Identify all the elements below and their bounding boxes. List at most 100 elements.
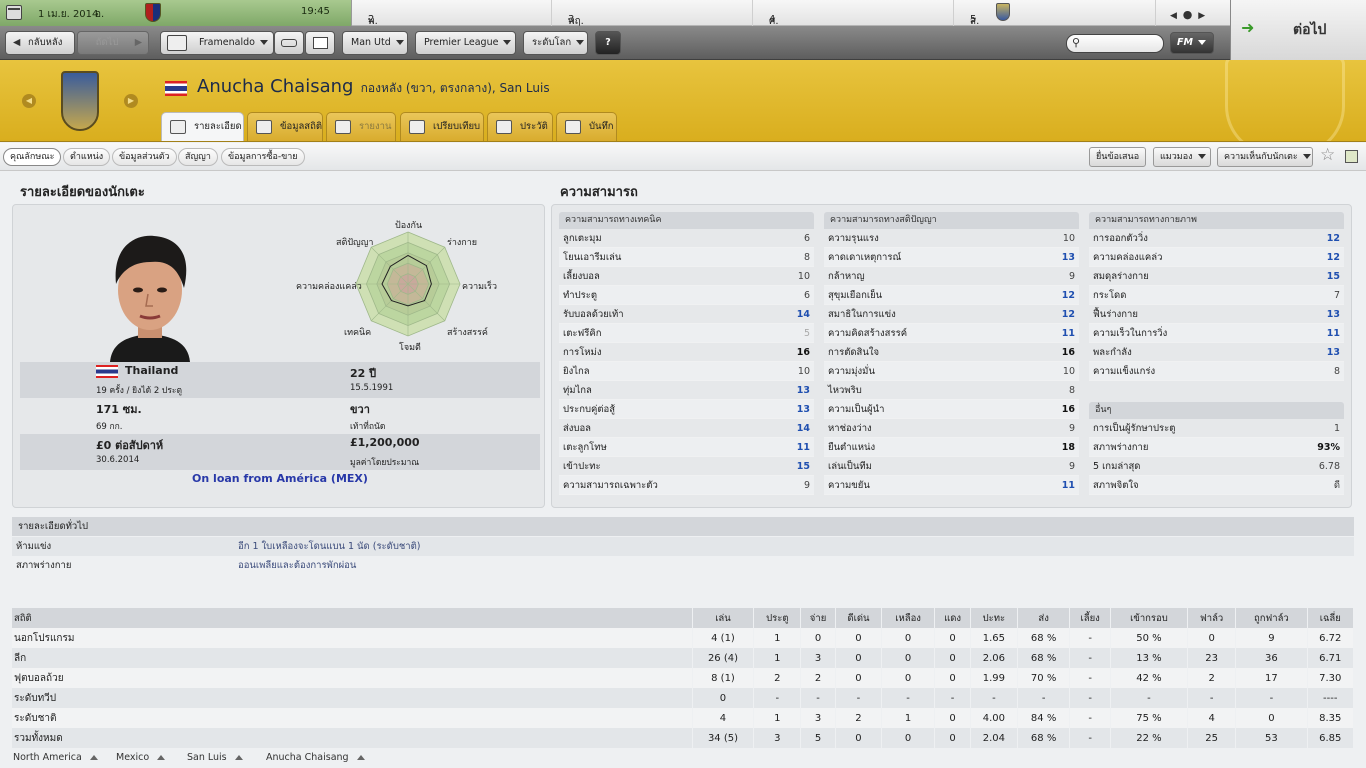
- club-menu-button[interactable]: Man Utd: [342, 31, 408, 55]
- calendar-day-3[interactable]: 3 พฤ.: [552, 0, 753, 27]
- attribute-name: พละกำลัง: [1093, 347, 1132, 358]
- subtab-transfer[interactable]: ข้อมูลการซื้อ-ขาย: [221, 148, 305, 166]
- other-attribute-row: สภาพร่างกาย 93%: [1089, 438, 1344, 457]
- player-foot: ขวา: [350, 403, 370, 416]
- stats-column-header[interactable]: เข้ากรอบ: [1110, 608, 1189, 628]
- compare-icon: [409, 120, 425, 134]
- stats-column-header[interactable]: ถูกฟาล์ว: [1235, 608, 1308, 628]
- stats-column-header[interactable]: ดีเด่น: [835, 608, 883, 628]
- report-icon: [335, 120, 351, 134]
- subtab-contract[interactable]: สัญญา: [178, 148, 218, 166]
- breadcrumb-item[interactable]: North America: [13, 752, 98, 763]
- tab-notes[interactable]: บันทึก: [556, 112, 617, 141]
- tab-report[interactable]: รายงาน: [326, 112, 396, 141]
- stats-cell: 8 (1): [692, 668, 755, 688]
- transfer-icon-button[interactable]: [274, 31, 304, 55]
- attribute-value: 13: [1326, 309, 1340, 320]
- search-input[interactable]: [1087, 37, 1157, 50]
- fm-menu-button[interactable]: FM: [1170, 32, 1214, 54]
- help-button[interactable]: ?: [595, 31, 621, 55]
- stats-column-header[interactable]: เลี้ยง: [1069, 608, 1111, 628]
- player-nationality[interactable]: Thailand: [125, 364, 178, 377]
- details-title: รายละเอียดของนักเตะ: [20, 185, 145, 200]
- prev-player-icon[interactable]: ◀: [22, 94, 36, 108]
- mental-attribute-row: ยืนตำแหน่ง 18: [824, 438, 1079, 457]
- calendar-day-5[interactable]: 5 ส.: [954, 0, 1156, 27]
- star-icon[interactable]: ☆: [1320, 145, 1335, 165]
- world-label: ระดับโลก: [532, 37, 572, 48]
- mental-header: ความสามารถทางสติปัญญา: [824, 212, 1079, 229]
- competition-label: Premier League: [424, 37, 499, 48]
- player-name: Anucha Chaisang: [197, 76, 354, 97]
- stats-column-header[interactable]: จ่าย: [800, 608, 836, 628]
- stats-column-header[interactable]: เฉลี่ย: [1307, 608, 1355, 628]
- player-photo: [98, 232, 202, 362]
- tab-statistics[interactable]: ข้อมูลสถิติ: [247, 112, 323, 141]
- breadcrumb-item[interactable]: Anucha Chaisang: [266, 752, 365, 763]
- stats-cell: 68 %: [1017, 648, 1071, 668]
- calendar-today[interactable]: 1 เม.ย. 2014 อ. 19:45: [0, 0, 352, 26]
- forward-button[interactable]: ถัดไป ▶: [77, 31, 149, 55]
- stats-cell: 5: [800, 728, 836, 748]
- add-shortlist-icon[interactable]: [1345, 150, 1358, 163]
- world-menu-button[interactable]: ระดับโลก: [523, 31, 588, 55]
- subtab-positions[interactable]: ตำแหน่ง: [63, 148, 111, 166]
- physical-attribute-row: ฟื้นร่างกาย 13: [1089, 305, 1344, 324]
- stats-column-header[interactable]: สถิติ: [12, 608, 693, 628]
- stats-column-header[interactable]: ประตู: [753, 608, 802, 628]
- stats-column-header[interactable]: ปะทะ: [970, 608, 1018, 628]
- manager-menu-button[interactable]: Framenaldo: [160, 31, 274, 55]
- chevron-up-icon: [234, 755, 243, 760]
- attribute-name: การออกตัววิ่ง: [1093, 233, 1148, 244]
- calendar-day-2[interactable]: 2 พ.: [352, 0, 552, 27]
- stats-cell: 1.65: [970, 628, 1018, 648]
- subtab-attributes[interactable]: คุณลักษณะ: [3, 148, 62, 166]
- back-button[interactable]: ◀ กลับหลัง: [5, 31, 75, 55]
- attribute-value: ดี: [1333, 480, 1340, 491]
- calendar-icon[interactable]: [6, 5, 22, 20]
- radar-label-physical: ร่างกาย: [447, 238, 478, 248]
- attribute-value: 13: [796, 404, 810, 415]
- attribute-name: เตะฟรีคิก: [563, 328, 602, 339]
- attribute-value: 16: [1061, 347, 1075, 358]
- inbox-icon-button[interactable]: [305, 31, 335, 55]
- stats-cell: -: [1017, 688, 1071, 708]
- competition-menu-button[interactable]: Premier League: [415, 31, 516, 55]
- next-arrow-icon[interactable]: ▶: [1198, 11, 1205, 21]
- breadcrumb-item[interactable]: Mexico: [116, 752, 166, 763]
- attribute-value: 15: [796, 461, 810, 472]
- search-field[interactable]: ⚲: [1066, 34, 1164, 53]
- today-dot-icon[interactable]: ●: [1183, 8, 1193, 21]
- continue-button[interactable]: ➜ ต่อไป: [1230, 0, 1366, 60]
- player-opinion-button[interactable]: ความเห็นกับนักเตะ: [1217, 147, 1313, 167]
- attribute-value: 10: [797, 366, 810, 377]
- tab-label: บันทึก: [589, 121, 614, 132]
- technical-attribute-row: ส่งบอล 14: [559, 419, 814, 438]
- stats-cell: 2: [835, 708, 883, 728]
- subtab-personal[interactable]: ข้อมูลส่วนตัว: [112, 148, 177, 166]
- stats-cell: 0: [835, 628, 883, 648]
- stats-column-header[interactable]: เล่น: [692, 608, 755, 628]
- stats-column-header[interactable]: เหลือง: [881, 608, 936, 628]
- tab-compare[interactable]: เปรียบเทียบ: [400, 112, 484, 141]
- stats-column-header[interactable]: แดง: [934, 608, 971, 628]
- breadcrumb-item[interactable]: San Luis: [187, 752, 243, 763]
- attribute-name: สมดุลร่างกาย: [1093, 271, 1149, 282]
- prev-arrow-icon[interactable]: ◀: [1170, 11, 1177, 21]
- attribute-name: สภาพร่างกาย: [1093, 442, 1149, 453]
- scout-button[interactable]: แมวมอง: [1153, 147, 1211, 167]
- mental-attribute-row: ความรุนแรง 10: [824, 229, 1079, 248]
- calendar-scroll-controls[interactable]: ◀ ● ▶: [1170, 8, 1205, 21]
- stats-column-header[interactable]: ส่ง: [1017, 608, 1071, 628]
- make-offer-button[interactable]: ยื่นข้อเสนอ: [1089, 147, 1146, 167]
- stats-cell: 4: [692, 708, 755, 728]
- attribute-value: 8: [803, 252, 810, 263]
- tab-profile[interactable]: รายละเอียด: [161, 112, 244, 141]
- stats-column-header[interactable]: ฟาล์ว: [1187, 608, 1237, 628]
- tab-history[interactable]: ประวัติ: [487, 112, 553, 141]
- next-player-icon[interactable]: ▶: [124, 94, 138, 108]
- attribute-name: 5 เกมล่าสุด: [1093, 461, 1141, 472]
- loan-link[interactable]: On loan from América (MEX): [20, 472, 540, 485]
- chevron-down-icon: [1197, 40, 1206, 45]
- calendar-day-4[interactable]: 4 ศ.: [753, 0, 954, 27]
